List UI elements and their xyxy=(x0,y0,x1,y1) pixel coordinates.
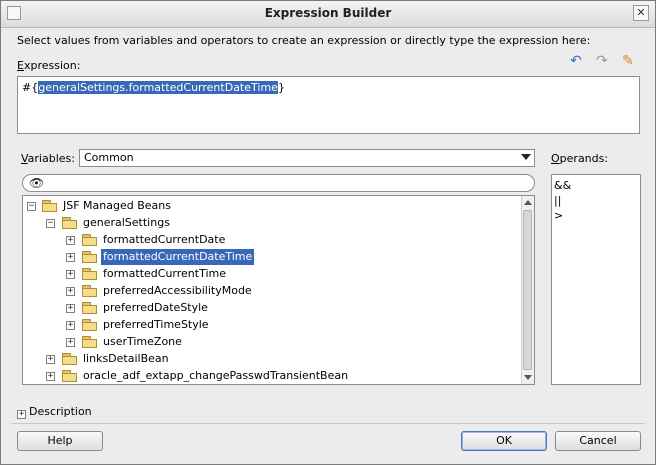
ok-button[interactable]: OK xyxy=(461,431,547,451)
folder-icon xyxy=(82,319,98,331)
operands-list[interactable]: && || > xyxy=(551,174,641,385)
scroll-down-arrow-icon[interactable] xyxy=(524,375,532,380)
tree-node-label: JSF Managed Beans xyxy=(63,199,171,212)
folder-icon xyxy=(82,268,98,280)
folder-icon xyxy=(62,217,78,229)
tree-node-label: preferredDateStyle xyxy=(103,301,208,314)
scrollbar-thumb[interactable] xyxy=(523,210,532,370)
tree-node-label: preferredTimeStyle xyxy=(103,318,209,331)
expand-toggle[interactable]: + xyxy=(66,253,75,262)
collapse-toggle[interactable]: − xyxy=(27,202,36,211)
expand-toggle[interactable]: + xyxy=(17,410,26,419)
operand-item[interactable]: > xyxy=(554,208,638,223)
operand-item[interactable]: && xyxy=(554,178,638,193)
binoculars-icon: 👁 xyxy=(29,176,45,190)
variables-selected-value: Common xyxy=(84,151,134,164)
tree-node-label: formattedCurrentTime xyxy=(103,267,226,280)
expand-toggle[interactable]: + xyxy=(66,236,75,245)
tree-node-label: generalSettings xyxy=(83,216,170,229)
eraser-icon[interactable]: ✎ xyxy=(619,53,637,69)
operands-label: Operands: xyxy=(551,152,609,165)
cancel-button[interactable]: Cancel xyxy=(555,431,641,451)
expand-toggle[interactable]: + xyxy=(66,321,75,330)
expand-toggle[interactable]: + xyxy=(66,287,75,296)
expand-toggle[interactable]: + xyxy=(66,270,75,279)
folder-icon xyxy=(42,200,58,212)
expand-toggle[interactable]: + xyxy=(66,338,75,347)
expand-toggle[interactable]: + xyxy=(46,372,55,381)
variables-label: Variables: xyxy=(21,152,75,165)
expression-input[interactable]: #{generalSettings.formattedCurrentDateTi… xyxy=(17,76,640,134)
folder-icon xyxy=(82,251,98,263)
folder-icon xyxy=(82,336,98,348)
expand-toggle[interactable]: + xyxy=(46,355,55,364)
folder-icon xyxy=(82,302,98,314)
folder-icon xyxy=(82,285,98,297)
variables-select[interactable]: Common xyxy=(79,149,535,167)
folder-icon xyxy=(62,370,78,382)
undo-icon[interactable]: ↶ xyxy=(567,53,585,69)
expression-prefix: #{ xyxy=(22,81,39,94)
expand-toggle[interactable]: + xyxy=(66,304,75,313)
instructions-text: Select values from variables and operato… xyxy=(17,34,591,47)
description-section[interactable]: + Description xyxy=(17,405,92,419)
folder-icon xyxy=(62,353,78,365)
collapse-toggle[interactable]: − xyxy=(46,219,55,228)
description-label: Description xyxy=(29,405,92,418)
scroll-up-arrow-icon[interactable] xyxy=(524,200,532,205)
help-button-label: Help xyxy=(47,434,73,447)
tree-scrollbar[interactable] xyxy=(521,196,534,384)
window-title: Expression Builder xyxy=(264,6,392,20)
close-icon[interactable]: ✕ xyxy=(633,5,649,21)
ok-button-label: OK xyxy=(496,434,512,447)
variables-tree[interactable]: − JSF Managed Beans − generalSettings + … xyxy=(22,195,535,385)
tree-node-label: formattedCurrentDate xyxy=(103,233,226,246)
redo-icon[interactable]: ↷ xyxy=(593,53,611,69)
expression-selected-text: generalSettings.formattedCurrentDateTime xyxy=(38,81,278,94)
title-bar: Expression Builder ✕ xyxy=(1,1,655,28)
tree-node-label-selected: formattedCurrentDateTime xyxy=(101,249,255,265)
tree-node-label: preferredAccessibilityMode xyxy=(103,284,252,297)
variables-search-input[interactable]: 👁 xyxy=(22,174,535,192)
tree-node-label: oracle_adf_extapp_changePasswdTransientB… xyxy=(83,369,349,382)
expression-suffix: } xyxy=(277,81,285,94)
folder-icon xyxy=(82,234,98,246)
tree-node-label: userTimeZone xyxy=(103,335,182,348)
divider xyxy=(11,423,645,424)
expression-builder-dialog: Expression Builder ✕ Select values from … xyxy=(0,0,656,465)
expression-label: Expression: xyxy=(17,59,81,72)
cancel-button-label: Cancel xyxy=(579,434,617,447)
help-button[interactable]: Help xyxy=(17,431,103,451)
chevron-down-icon xyxy=(521,154,531,160)
tree-node-label: linksDetailBean xyxy=(83,352,169,365)
operand-item[interactable]: || xyxy=(554,193,638,208)
